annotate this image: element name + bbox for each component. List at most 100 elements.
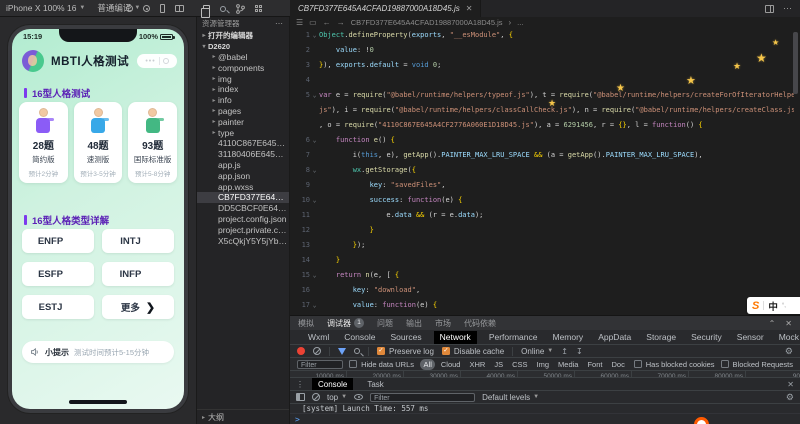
personality-type-button[interactable]: INTJ (102, 229, 174, 253)
back-arrow-icon[interactable]: ← (323, 19, 331, 27)
inspector-tab-sensor[interactable]: Sensor (734, 331, 767, 344)
code-line[interactable]: 7 i(this, e), getApp().PAINTER_MAX_LRU_S… (290, 148, 794, 163)
ime-settings-icon[interactable]: °, (782, 303, 786, 309)
filter-chip-img[interactable]: Img (533, 359, 553, 370)
blocked-cookies-checkbox[interactable]: Has blocked cookies (634, 360, 715, 369)
editor-more-icon[interactable]: ⋯ (783, 3, 792, 14)
ime-mode[interactable]: 中 (768, 299, 778, 313)
code-line[interactable]: 11 e.data && (r = e.data); (290, 208, 794, 223)
console-settings-icon[interactable]: ⚙ (786, 392, 794, 403)
inspector-tab-sources[interactable]: Sources (387, 331, 424, 344)
compile-icon[interactable] (126, 5, 133, 12)
context-select[interactable]: top ▼ (327, 393, 347, 402)
bookmark-icon[interactable]: ▭ (309, 19, 317, 27)
more-actions-icon[interactable]: ⋯ (275, 19, 284, 28)
miniprogram-capsule[interactable]: ••• (137, 54, 177, 68)
outline-section[interactable]: ▸ 大纲 (197, 409, 289, 424)
personality-type-button[interactable]: 更多❯ (102, 295, 174, 319)
tree-item-file[interactable]: app.wxss (197, 181, 289, 192)
code-line[interactable]: 12 } (290, 223, 794, 238)
filter-chip-cloud[interactable]: Cloud (437, 359, 464, 370)
tree-item-folder[interactable]: ▸type (197, 127, 289, 138)
clear-icon[interactable] (313, 347, 321, 355)
tree-item-folder[interactable]: ▸pages (197, 106, 289, 117)
tree-item-folder[interactable]: ▸@babel (197, 52, 289, 63)
throttling-select[interactable]: Online ▼ (521, 347, 553, 356)
inspector-tab-wxml[interactable]: Wxml (305, 331, 332, 344)
kebab-menu-icon[interactable]: ⋮ (296, 380, 304, 389)
code-line[interactable]: 3}), exports.default = void 0; (290, 58, 794, 73)
record-icon[interactable] (297, 347, 305, 355)
inspector-tab-mock[interactable]: Mock (776, 331, 800, 344)
layout-icon[interactable] (175, 5, 184, 12)
device-selector[interactable]: iPhone X 100% 16 ▼ (0, 3, 91, 13)
code-line[interactable]: , o = require("4110C867E645A4CF2776A060E… (290, 118, 794, 133)
panel-tab-调试器[interactable]: 调试器1 (327, 318, 364, 329)
code-line[interactable]: js"), i = require("@babel/runtime/helper… (290, 103, 794, 118)
tree-item-section[interactable]: ▸打开的编辑器 (197, 30, 289, 41)
code-line[interactable]: 6⌄ function e() { (290, 133, 794, 148)
panel-tab-代码依赖[interactable]: 代码依赖 (464, 318, 496, 329)
inspector-tab-console[interactable]: Console (341, 331, 378, 344)
drawer-tab-console[interactable]: Console (312, 378, 353, 390)
filter-chip-all[interactable]: All (420, 359, 435, 370)
git-branch-icon[interactable] (236, 4, 245, 14)
code-line[interactable]: 10⌄ success: function(e) { (290, 193, 794, 208)
tree-item-file[interactable]: DD5CBCF0E645A4CFB... (197, 203, 289, 214)
tip-card[interactable]: 小提示 测试时间预计5-15分钟 (22, 341, 174, 363)
console-sidebar-icon[interactable] (296, 393, 305, 401)
split-editor-icon[interactable] (765, 5, 774, 13)
personality-type-button[interactable]: ESTJ (22, 295, 94, 319)
code-line[interactable]: 4 (290, 73, 794, 88)
log-levels-select[interactable]: Default levels ▼ (482, 393, 539, 402)
preserve-log-checkbox[interactable]: ✓ Preserve log (377, 347, 434, 356)
tree-item-folder[interactable]: ▸painter (197, 116, 289, 127)
code-line[interactable]: 9 key: "savedFiles", (290, 178, 794, 193)
code-editor[interactable]: 1⌄Object.defineProperty(exports, "__esMo… (290, 28, 794, 315)
code-line[interactable]: 5⌄var e = require("@babel/runtime/helper… (290, 88, 794, 103)
live-expression-icon[interactable] (354, 394, 363, 400)
inspector-tab-performance[interactable]: Performance (486, 331, 541, 344)
tree-item-file[interactable]: app.js (197, 160, 289, 171)
network-settings-icon[interactable]: ⚙ (785, 346, 793, 357)
import-har-icon[interactable]: ↥ (561, 347, 568, 356)
tree-item-file[interactable]: 31180406E645A4CF57... (197, 149, 289, 160)
close-icon[interactable]: ✕ (466, 4, 473, 13)
tree-item-file[interactable]: project.config.json (197, 214, 289, 225)
filter-chip-css[interactable]: CSS (509, 359, 531, 370)
tree-item-file[interactable]: project.private.config.js... (197, 224, 289, 235)
panel-tab-市场[interactable]: 市场 (435, 318, 451, 329)
editor-scrollbar[interactable] (793, 32, 798, 94)
filter-chip-js[interactable]: JS (491, 359, 507, 370)
test-card[interactable]: 48题速测版预计3-5分钟 (74, 102, 123, 183)
code-line[interactable]: 17⌄ value: function(e) { (290, 298, 794, 313)
filter-chip-doc[interactable]: Doc (608, 359, 628, 370)
close-icon[interactable]: ✕ (785, 319, 792, 328)
tree-item-file[interactable]: CB7FD377E645A4CFAD... (197, 192, 289, 203)
breadcrumb-more[interactable]: ... (517, 18, 523, 27)
code-line[interactable]: 13 }); (290, 238, 794, 253)
filter-funnel-icon[interactable] (338, 348, 346, 355)
search-icon[interactable] (220, 6, 226, 12)
code-line[interactable]: 2 value: !0 (290, 43, 794, 58)
files-icon[interactable] (203, 5, 210, 13)
search-icon[interactable] (354, 348, 360, 354)
drawer-tab-task[interactable]: Task (361, 378, 389, 390)
panel-tab-问题[interactable]: 问题 (377, 318, 393, 329)
tree-item-folder[interactable]: ▸info (197, 95, 289, 106)
tree-item-folder[interactable]: ▸components (197, 62, 289, 73)
test-card[interactable]: 28题简约版预计2分钟 (19, 102, 68, 183)
code-line[interactable]: 14 } (290, 253, 794, 268)
inspector-tab-memory[interactable]: Memory (549, 331, 586, 344)
personality-type-button[interactable]: ENFP (22, 229, 94, 253)
avatar[interactable] (22, 50, 44, 72)
panel-tab-输出[interactable]: 输出 (406, 318, 422, 329)
network-filter-input[interactable]: Filter (297, 360, 343, 369)
console-prompt[interactable]: > (290, 414, 800, 424)
tree-item-file[interactable]: 4110C867E645A4CF27... (197, 138, 289, 149)
tree-item-file[interactable]: app.json (197, 170, 289, 181)
personality-type-button[interactable]: INFP (102, 262, 174, 286)
hide-data-urls-checkbox[interactable]: Hide data URLs (349, 360, 414, 369)
filter-chip-font[interactable]: Font (584, 359, 606, 370)
code-line[interactable]: 8⌄ wx.getStorage({ (290, 163, 794, 178)
